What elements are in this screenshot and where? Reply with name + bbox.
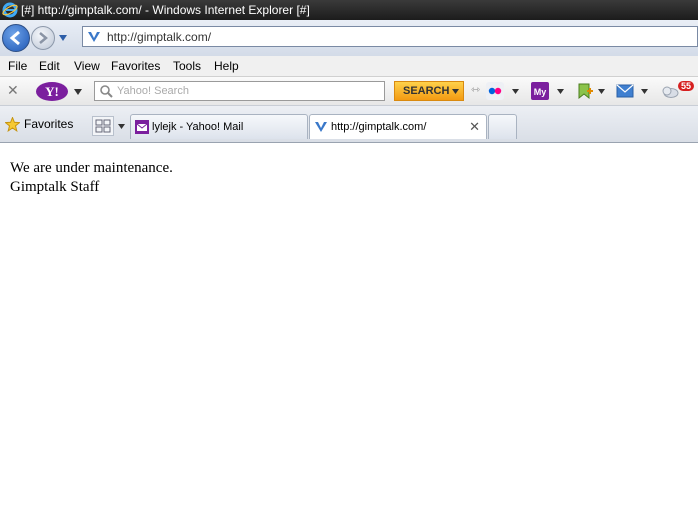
address-bar[interactable]: http://gimptalk.com/ <box>82 26 698 47</box>
navigation-bar: http://gimptalk.com/ <box>0 20 698 56</box>
favorites-button[interactable]: Favorites <box>24 117 73 131</box>
yahoo-search-input[interactable]: Yahoo! Search <box>94 81 385 101</box>
chevron-down-icon[interactable] <box>598 89 605 94</box>
menu-bar: File Edit View Favorites Tools Help <box>0 56 698 76</box>
arrow-left-icon <box>9 30 20 46</box>
grid-icon <box>95 119 111 133</box>
menu-help[interactable]: Help <box>214 59 239 73</box>
mail-icon[interactable] <box>616 82 634 100</box>
chevron-down-icon[interactable] <box>452 89 459 94</box>
yahoo-logo[interactable]: Y! <box>36 82 68 101</box>
chevron-down-icon[interactable] <box>641 89 648 94</box>
bookmark-add-icon[interactable] <box>576 82 594 100</box>
menu-view[interactable]: View <box>74 59 100 73</box>
star-icon[interactable] <box>5 117 20 132</box>
maintenance-message: We are under maintenance. <box>10 160 173 176</box>
flickr-icon[interactable] <box>486 82 504 100</box>
menu-favorites[interactable]: Favorites <box>111 59 160 73</box>
toolbar-resize-handle[interactable]: ⇿ <box>471 83 480 96</box>
staff-signature: Gimptalk Staff <box>10 179 100 195</box>
quick-tabs-button[interactable] <box>92 116 114 136</box>
page-content: We are under maintenance. Gimptalk Staff <box>10 159 173 197</box>
tab-list-dropdown[interactable] <box>118 124 125 129</box>
chevron-down-icon[interactable] <box>74 89 82 95</box>
yahoo-toolbar: ✕ Y! Yahoo! Search SEARCH ⇿ My 55 <box>0 76 698 106</box>
forward-button[interactable] <box>31 26 55 50</box>
mail-count-badge: 55 <box>678 81 695 91</box>
back-button[interactable] <box>2 24 30 52</box>
menu-tools[interactable]: Tools <box>173 59 201 73</box>
menu-edit[interactable]: Edit <box>39 59 60 73</box>
arrow-right-icon <box>39 32 48 44</box>
close-toolbar-icon[interactable]: ✕ <box>7 82 19 99</box>
recent-pages-dropdown[interactable] <box>58 34 68 42</box>
weather-icon[interactable] <box>661 82 679 100</box>
search-icon <box>100 85 113 98</box>
tab-label: lylejk - Yahoo! Mail <box>152 121 244 133</box>
window-title: [#] http://gimptalk.com/ - Windows Inter… <box>21 3 310 17</box>
svg-text:My: My <box>534 87 547 97</box>
search-button-label: SEARCH <box>403 85 450 97</box>
internet-explorer-icon <box>2 2 18 18</box>
chevron-down-icon[interactable] <box>557 89 564 94</box>
address-url[interactable]: http://gimptalk.com/ <box>107 30 211 44</box>
new-tab-button[interactable] <box>488 114 517 139</box>
tab-label: http://gimptalk.com/ <box>331 121 427 133</box>
yahoo-search-button[interactable]: SEARCH <box>394 81 464 101</box>
close-tab-icon[interactable]: ✕ <box>469 119 480 135</box>
search-placeholder: Yahoo! Search <box>117 85 189 97</box>
window-title-bar: [#] http://gimptalk.com/ - Windows Inter… <box>0 0 698 20</box>
site-favicon-icon <box>315 122 327 132</box>
yahoo-mail-icon <box>135 120 149 134</box>
site-favicon-icon <box>88 32 100 42</box>
favorites-and-tabs-bar: Favorites lylejk - Yahoo! Mail http://gi… <box>0 105 698 143</box>
menu-file[interactable]: File <box>8 59 27 73</box>
tab-yahoo-mail[interactable]: lylejk - Yahoo! Mail <box>130 114 308 139</box>
my-yahoo-icon[interactable]: My <box>531 82 549 100</box>
chevron-down-icon[interactable] <box>512 89 519 94</box>
tab-gimptalk[interactable]: http://gimptalk.com/ ✕ <box>309 114 487 139</box>
